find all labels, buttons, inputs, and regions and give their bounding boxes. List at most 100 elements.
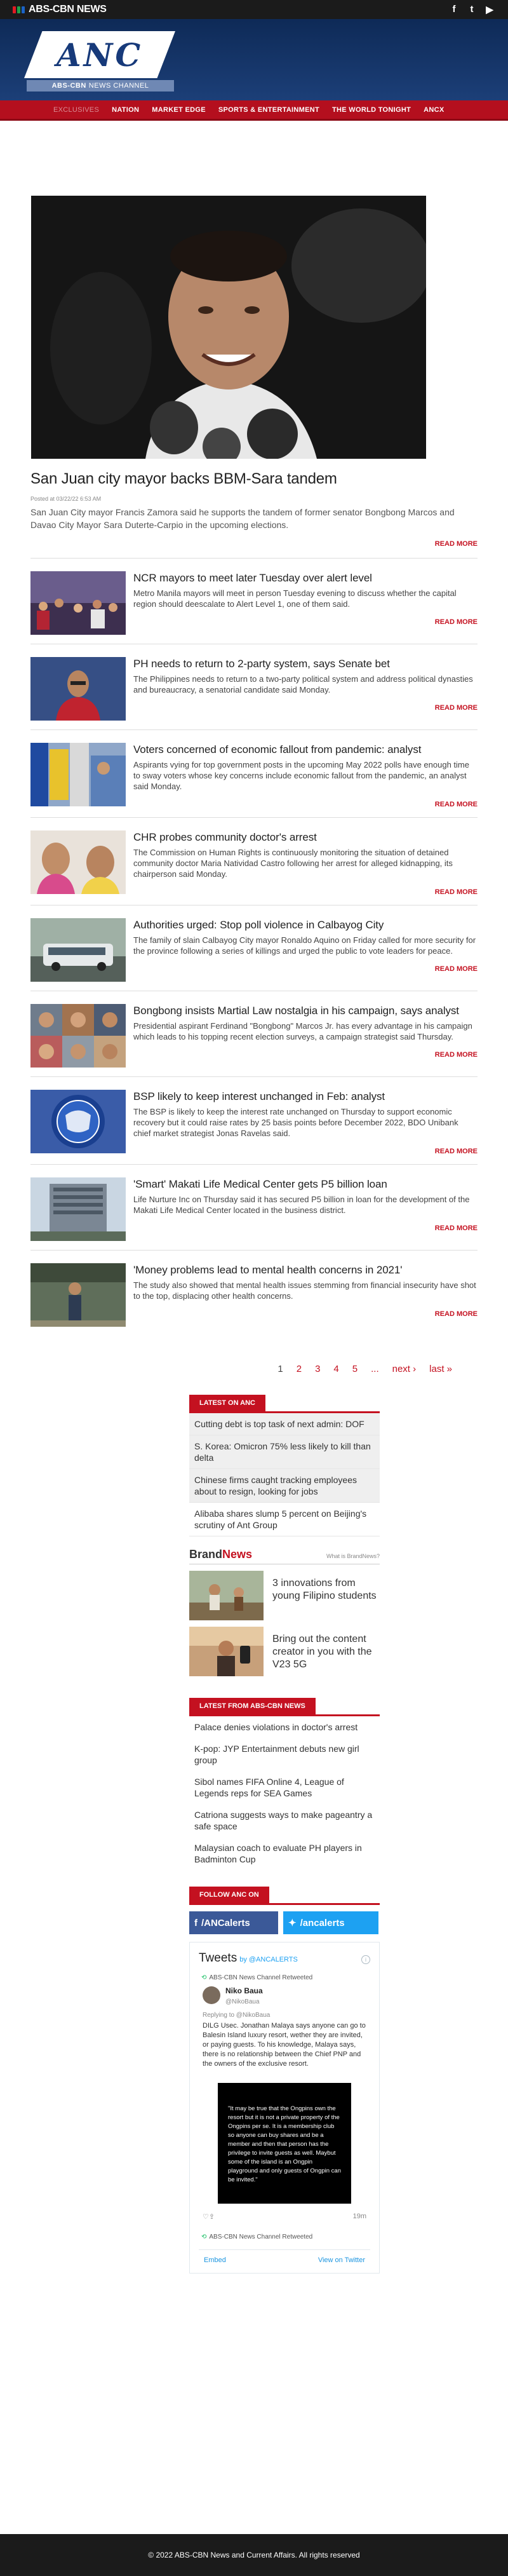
view-on-twitter-link[interactable]: View on Twitter: [318, 2256, 365, 2264]
nav-nation[interactable]: NATION: [112, 106, 139, 114]
copyright-text: © 2022 ABS-CBN News and Current Affairs.…: [148, 2551, 360, 2559]
article-thumbnail[interactable]: [30, 918, 126, 982]
article-title[interactable]: NCR mayors to meet later Tuesday over al…: [133, 571, 478, 585]
brand-label: ABS-CBN NEWS: [29, 4, 107, 15]
anc-logo[interactable]: ANC: [24, 31, 175, 78]
latest-anc-item[interactable]: S. Korea: Omicron 75% less likely to kil…: [189, 1435, 380, 1469]
brandnews-thumbnail[interactable]: [189, 1627, 264, 1676]
avatar[interactable]: [203, 1986, 220, 2004]
article-read-more[interactable]: READ MORE: [133, 801, 478, 808]
article-read-more[interactable]: READ MORE: [133, 1224, 478, 1232]
brandnews-what-link[interactable]: What is BrandNews?: [326, 1553, 380, 1559]
article-read-more[interactable]: READ MORE: [133, 1051, 478, 1059]
twitter-follow-button[interactable]: ✦/ancalerts: [283, 1911, 378, 1934]
article-read-more[interactable]: READ MORE: [133, 965, 478, 973]
brandnews-logo[interactable]: BrandNews: [189, 1548, 252, 1561]
article-summary: The study also showed that mental health…: [133, 1280, 476, 1301]
article-read-more[interactable]: READ MORE: [133, 704, 478, 712]
tweet-quote-image[interactable]: "It may be true that the Ongpins own the…: [218, 2083, 351, 2204]
author-name[interactable]: Niko Baua: [225, 1986, 263, 1995]
article-read-more[interactable]: READ MORE: [133, 1148, 478, 1155]
abs-cbn-news-logo[interactable]: ABS-CBN NEWS: [11, 4, 107, 15]
tweet-time[interactable]: 19m: [353, 2213, 366, 2221]
page-2[interactable]: 2: [297, 1364, 302, 1374]
tweet-author[interactable]: Niko Baua @NikoBaua: [199, 1986, 370, 2007]
article-thumbnail[interactable]: [30, 1004, 126, 1068]
article-title[interactable]: 'Smart' Makati Life Medical Center gets …: [133, 1177, 478, 1191]
brandnews-title[interactable]: Bring out the content creator in you wit…: [272, 1627, 380, 1676]
article-thumbnail[interactable]: [30, 1177, 126, 1241]
replying-to[interactable]: Replying to @NikoBaua: [199, 2012, 370, 2019]
brandnews-title[interactable]: 3 innovations from young Filipino studen…: [272, 1571, 380, 1620]
site-header: ANC ABS-CBN NEWS CHANNEL: [0, 19, 508, 100]
article-summary: Aspirants vying for top government posts…: [133, 760, 469, 791]
nav-sports-entertainment[interactable]: SPORTS & ENTERTAINMENT: [218, 106, 319, 114]
site-footer: © 2022 ABS-CBN News and Current Affairs.…: [0, 2534, 508, 2576]
article-thumbnail[interactable]: [30, 1263, 126, 1327]
latest-anc-item[interactable]: Chinese firms caught tracking employees …: [189, 1469, 380, 1503]
page-3[interactable]: 3: [315, 1364, 320, 1374]
like-icon[interactable]: ♡: [203, 2213, 209, 2221]
nav-market-edge[interactable]: MARKET EDGE: [152, 106, 206, 114]
latest-anc-item[interactable]: Alibaba shares slump 5 percent on Beijin…: [189, 1503, 380, 1536]
nav-exclusives[interactable]: EXCLUSIVES: [53, 106, 99, 114]
author-handle[interactable]: @NikoBaua: [225, 1998, 260, 2005]
brandnews-item[interactable]: 3 innovations from young Filipino studen…: [189, 1571, 380, 1620]
article-item: Voters concerned of economic fallout fro…: [30, 729, 478, 808]
article-title[interactable]: CHR probes community doctor's arrest: [133, 830, 478, 844]
article-title[interactable]: Bongbong insists Martial Law nostalgia i…: [133, 1004, 478, 1017]
article-thumbnail[interactable]: [30, 657, 126, 721]
twitter-handle: /ancalerts: [300, 1917, 345, 1929]
article-title[interactable]: PH needs to return to 2-party system, sa…: [133, 657, 478, 670]
latest-abs-item[interactable]: K-pop: JYP Entertainment debuts new girl…: [189, 1738, 380, 1771]
top-bar: ABS-CBN NEWS f t ▶: [0, 0, 508, 19]
article-read-more[interactable]: READ MORE: [133, 888, 478, 896]
article-thumbnail[interactable]: [30, 1090, 126, 1153]
article-thumbnail[interactable]: [30, 743, 126, 806]
latest-anc-item[interactable]: Cutting debt is top task of next admin: …: [189, 1413, 380, 1435]
info-icon[interactable]: i: [361, 1955, 370, 1964]
article-thumbnail[interactable]: [30, 571, 126, 635]
brandnews-item[interactable]: Bring out the content creator in you wit…: [189, 1627, 380, 1676]
nav-world-tonight[interactable]: THE WORLD TONIGHT: [332, 106, 411, 114]
article-item: Authorities urged: Stop poll violence in…: [30, 905, 478, 982]
page-5[interactable]: 5: [352, 1364, 358, 1374]
hero-image[interactable]: [31, 196, 426, 459]
abs-cbn-dots-icon: [13, 6, 25, 13]
hero-read-more[interactable]: READ MORE: [30, 540, 478, 548]
last-page-link[interactable]: last »: [429, 1364, 452, 1374]
timeline-by-link[interactable]: by @ANCALERTS: [239, 1956, 298, 1963]
hero-summary: San Juan City mayor Francis Zamora said …: [30, 507, 455, 530]
share-icon[interactable]: ⇪: [209, 2213, 215, 2221]
facebook-icon[interactable]: f: [450, 4, 458, 15]
nav-ancx[interactable]: ANCX: [424, 106, 444, 114]
article-read-more[interactable]: READ MORE: [133, 1310, 478, 1318]
twitter-icon[interactable]: t: [467, 4, 476, 15]
latest-abs-item[interactable]: Palace denies violations in doctor's arr…: [189, 1716, 380, 1738]
twitter-icon: ✦: [288, 1918, 297, 1929]
next-page-link[interactable]: next ›: [392, 1364, 417, 1374]
article-summary: Metro Manila mayors will meet in person …: [133, 588, 457, 609]
main-content: San Juan city mayor backs BBM-Sara tande…: [0, 196, 508, 2274]
hero-title[interactable]: San Juan city mayor backs BBM-Sara tande…: [30, 470, 478, 488]
brandnews-thumbnail[interactable]: [189, 1571, 264, 1620]
pagination: 1 2 3 4 5 ... next › last »: [30, 1364, 478, 1374]
embed-link[interactable]: Embed: [204, 2256, 226, 2264]
tweet-text: DILG Usec. Jonathan Malaya says anyone c…: [203, 2022, 366, 2068]
youtube-icon[interactable]: ▶: [485, 4, 494, 15]
article-thumbnail[interactable]: [30, 830, 126, 894]
latest-abs-item[interactable]: Sibol names FIFA Online 4, League of Leg…: [189, 1771, 380, 1804]
facebook-follow-button[interactable]: f/ANCalerts: [189, 1911, 278, 1934]
latest-abs-item[interactable]: Catriona suggests ways to make pageantry…: [189, 1804, 380, 1837]
article-title[interactable]: BSP likely to keep interest unchanged in…: [133, 1090, 478, 1103]
article-item: NCR mayors to meet later Tuesday over al…: [30, 558, 478, 635]
article-read-more[interactable]: READ MORE: [133, 618, 478, 626]
page-1[interactable]: 1: [277, 1364, 283, 1374]
article-title[interactable]: 'Money problems lead to mental health co…: [133, 1263, 478, 1277]
latest-abs-item[interactable]: Malaysian coach to evaluate PH players i…: [189, 1837, 380, 1870]
article-title[interactable]: Voters concerned of economic fallout fro…: [133, 743, 478, 756]
timeline-footer: Embed View on Twitter: [199, 2249, 370, 2264]
article-title[interactable]: Authorities urged: Stop poll violence in…: [133, 918, 478, 932]
social-links: f t ▶: [450, 4, 494, 15]
page-4[interactable]: 4: [333, 1364, 338, 1374]
